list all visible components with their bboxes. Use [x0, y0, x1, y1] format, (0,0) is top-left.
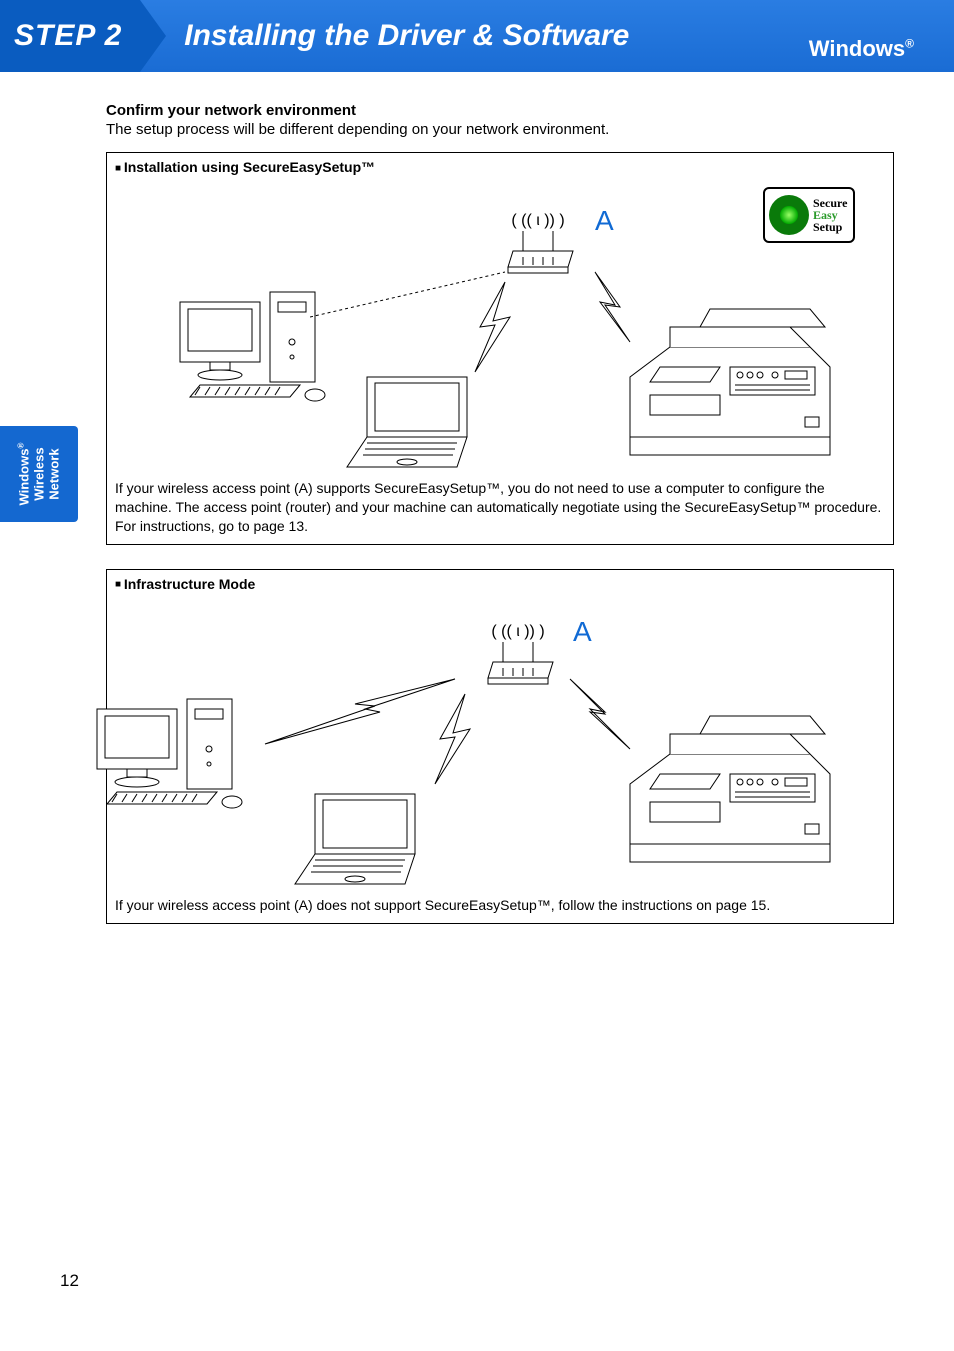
label-a: A	[573, 616, 592, 648]
os-label: Windows®	[809, 36, 914, 62]
page-number: 12	[60, 1271, 79, 1291]
section2-caption: If your wireless access point (A) does n…	[115, 896, 885, 915]
label-a: A	[595, 205, 614, 237]
section-infrastructure: Infrastructure Mode A ( (( ι )) )	[106, 569, 894, 924]
svg-text:( (( ι )) ): ( (( ι )) )	[511, 212, 564, 229]
section1-caption: If your wireless access point (A) suppor…	[115, 479, 885, 536]
wireless-bolt-icon	[580, 267, 660, 347]
secure-easy-setup-logo: Secure Easy Setup	[763, 187, 855, 243]
side-tab-text: Windows® Wireless Network	[16, 443, 62, 506]
ses-swirl-icon	[769, 195, 809, 235]
wireless-bolt-icon	[415, 689, 495, 789]
section-secureeasysetup: Installation using SecureEasySetup™ Secu…	[106, 152, 894, 545]
section2-title: Infrastructure Mode	[115, 576, 885, 592]
laptop-icon	[337, 367, 487, 477]
intro-text: The setup process will be different depe…	[106, 121, 894, 138]
svg-text:( (( ι )) ): ( (( ι )) )	[491, 623, 544, 640]
desktop-computer-icon	[87, 694, 257, 824]
diagram-infrastructure: A ( (( ι )) )	[115, 594, 885, 894]
section1-title: Installation using SecureEasySetup™	[115, 159, 885, 175]
laptop-icon	[285, 784, 435, 894]
page-title: Installing the Driver & Software	[184, 19, 629, 53]
page-header: STEP 2 Installing the Driver & Software …	[0, 0, 954, 72]
step-badge: STEP 2	[0, 0, 140, 72]
content-area: Confirm your network environment The set…	[0, 72, 954, 924]
wireless-bolt-icon	[455, 277, 535, 377]
wireless-bolt-icon	[555, 674, 655, 754]
intro-title: Confirm your network environment	[106, 102, 894, 119]
side-tab: Windows® Wireless Network	[0, 426, 78, 522]
diagram-ses: Secure Easy Setup A ( (( ι )) )	[115, 177, 885, 477]
router-icon: ( (( ι )) )	[473, 618, 563, 688]
step-label: STEP 2	[14, 19, 122, 53]
